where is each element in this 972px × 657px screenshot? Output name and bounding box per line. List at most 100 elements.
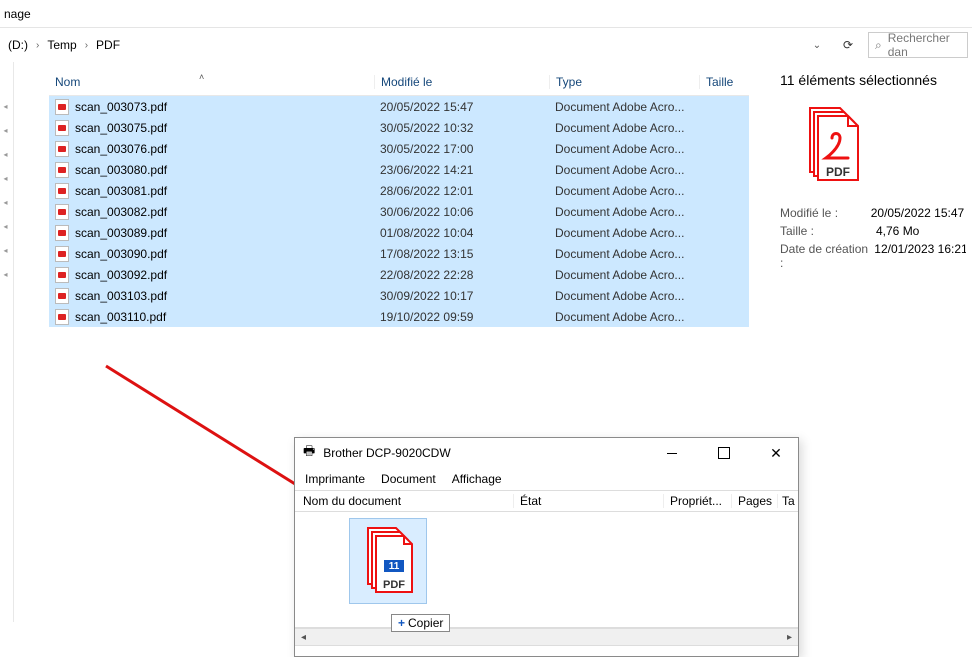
scroll-left-icon[interactable]: ◂ [295, 629, 312, 645]
sort-asc-icon: ˄ [199, 72, 204, 82]
close-button[interactable]: ✕ [754, 438, 798, 468]
table-row[interactable]: scan_003073.pdf 20/05/2022 15:47Document … [49, 96, 749, 117]
table-row[interactable]: scan_003081.pdf28/06/2022 12:01Document … [49, 180, 749, 201]
pin-icon: ◂ [4, 198, 10, 204]
pin-icon: ◂ [4, 150, 10, 156]
selection-summary: 11 éléments sélectionnés [780, 72, 966, 88]
file-modified: 30/09/2022 10:17 [374, 289, 549, 303]
table-row[interactable]: scan_003080.pdf23/06/2022 14:21Document … [49, 159, 749, 180]
pin-icon: ◂ [4, 270, 10, 276]
meta-created-label: Date de création : [780, 242, 874, 270]
pdf-file-icon [55, 120, 69, 136]
maximize-button[interactable] [702, 438, 746, 468]
file-name: scan_003110.pdf [75, 310, 166, 324]
pdf-file-icon [55, 183, 69, 199]
meta-created-value: 12/01/2023 16:21 [874, 242, 966, 270]
file-modified: 22/08/2022 22:28 [374, 268, 549, 282]
file-name: scan_003090.pdf [75, 247, 167, 261]
pdf-file-icon [55, 246, 69, 262]
print-queue-window[interactable]: 🖶 Brother DCP-9020CDW ✕ Imprimante Docum… [294, 437, 799, 657]
file-type: Document Adobe Acro... [549, 226, 699, 240]
file-type: Document Adobe Acro... [549, 100, 699, 114]
queue-header-document[interactable]: Nom du document [295, 494, 513, 508]
column-header-size[interactable]: Taille [699, 75, 747, 89]
column-header-modified[interactable]: Modifié le [374, 75, 549, 89]
pin-icon: ◂ [4, 246, 10, 252]
file-modified: 30/06/2022 10:06 [374, 205, 549, 219]
pdf-file-icon [55, 288, 69, 304]
pdf-stack-icon: PDF [798, 106, 864, 188]
nav-rail: ◂ ◂ ◂ ◂ ◂ ◂ ◂ ◂ [0, 62, 14, 622]
queue-header-state[interactable]: État [513, 494, 663, 508]
column-header-type[interactable]: Type [549, 75, 699, 89]
menu-printer[interactable]: Imprimante [305, 472, 365, 486]
drop-copy-tooltip: + Copier [391, 614, 450, 632]
table-row[interactable]: scan_003092.pdf22/08/2022 22:28Document … [49, 264, 749, 285]
file-modified: 01/08/2022 10:04 [374, 226, 549, 240]
window-titlebar[interactable]: 🖶 Brother DCP-9020CDW ✕ [295, 438, 798, 468]
pin-icon: ◂ [4, 222, 10, 228]
window-title: Brother DCP-9020CDW [323, 446, 450, 460]
queue-drop-area[interactable]: 11 PDF [295, 512, 798, 628]
crumb-temp[interactable]: Temp [47, 38, 76, 52]
file-type: Document Adobe Acro... [549, 121, 699, 135]
meta-size-value: 4,76 Mo [876, 224, 919, 238]
table-row[interactable]: scan_003103.pdf30/09/2022 10:17Document … [49, 285, 749, 306]
table-row[interactable]: scan_003082.pdf 30/06/2022 10:06Document … [49, 201, 749, 222]
pdf-file-icon [55, 267, 69, 283]
queue-header-pages[interactable]: Pages [731, 494, 777, 508]
printer-icon: 🖶 [303, 442, 315, 464]
pdf-file-icon [55, 141, 69, 157]
column-header-name-label: Nom [55, 75, 80, 89]
file-modified: 30/05/2022 17:00 [374, 142, 549, 156]
chevron-right-icon: › [85, 40, 88, 51]
search-input[interactable]: ⌕ Rechercher dan [868, 32, 968, 58]
pin-icon: ◂ [4, 126, 10, 132]
crumb-drive[interactable]: (D:) [8, 38, 28, 52]
scroll-right-icon[interactable]: ▸ [781, 629, 798, 645]
file-type: Document Adobe Acro... [549, 205, 699, 219]
chevron-right-icon: › [36, 40, 39, 51]
plus-icon: + [398, 616, 405, 630]
file-type: Document Adobe Acro... [549, 163, 699, 177]
table-row[interactable]: scan_003090.pdf17/08/2022 13:15Document … [49, 243, 749, 264]
file-name: scan_003103.pdf [75, 289, 167, 303]
file-name: scan_003073.pdf [75, 100, 167, 114]
queue-header-size[interactable]: Ta [777, 494, 797, 508]
column-header-name[interactable]: Nom ˄ [49, 75, 374, 89]
menu-document[interactable]: Document [381, 472, 436, 486]
ribbon-tab-fragment[interactable]: nage [4, 7, 31, 21]
file-name: scan_003080.pdf [75, 163, 167, 177]
file-modified: 20/05/2022 15:47 [374, 100, 549, 114]
file-list: Nom ˄ Modifié le Type Taille scan_003073… [49, 68, 749, 327]
pdf-file-icon [55, 99, 69, 115]
search-placeholder: Rechercher dan [888, 31, 967, 59]
file-name: scan_003082.pdf [75, 205, 167, 219]
queue-statusbar [295, 646, 798, 656]
minimize-button[interactable] [650, 438, 694, 468]
file-name: scan_003089.pdf [75, 226, 167, 240]
pdf-file-icon [55, 204, 69, 220]
table-row[interactable]: scan_003075.pdf 30/05/2022 10:32Document … [49, 117, 749, 138]
file-type: Document Adobe Acro... [549, 310, 699, 324]
file-name: scan_003081.pdf [75, 184, 167, 198]
table-row[interactable]: scan_003076.pdf30/05/2022 17:00Document … [49, 138, 749, 159]
queue-header-owner[interactable]: Propriét... [663, 494, 731, 508]
horizontal-scrollbar[interactable]: ◂ ▸ [295, 628, 798, 646]
svg-text:PDF: PDF [383, 579, 405, 591]
table-row[interactable]: scan_003110.pdf 19/10/2022 09:59Document … [49, 306, 749, 327]
breadcrumb[interactable]: (D:) › Temp › PDF [4, 38, 800, 52]
file-modified: 30/05/2022 10:32 [374, 121, 549, 135]
pin-icon: ◂ [4, 174, 10, 180]
breadcrumb-history-chevron[interactable]: ⌄ [806, 34, 828, 56]
file-name: scan_003075.pdf [75, 121, 167, 135]
menu-view[interactable]: Affichage [452, 472, 502, 486]
table-row[interactable]: scan_003089.pdf 01/08/2022 10:04Document … [49, 222, 749, 243]
file-type: Document Adobe Acro... [549, 142, 699, 156]
file-modified: 19/10/2022 09:59 [374, 310, 549, 324]
pin-icon: ◂ [4, 102, 10, 108]
refresh-button[interactable]: ⟳ [834, 32, 862, 58]
crumb-pdf[interactable]: PDF [96, 38, 120, 52]
file-modified: 28/06/2022 12:01 [374, 184, 549, 198]
pdf-file-icon [55, 162, 69, 178]
